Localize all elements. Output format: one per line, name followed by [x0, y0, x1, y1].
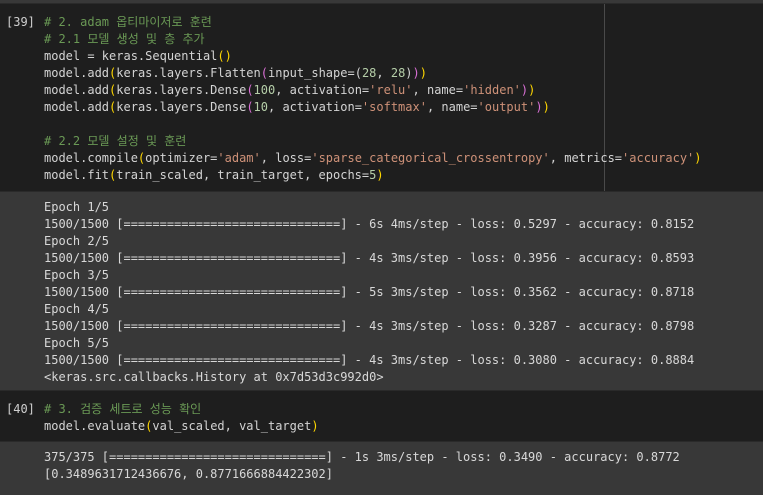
code-token: model = keras.Sequential	[44, 49, 218, 63]
code-token: , name=	[412, 83, 464, 97]
output-line: 1500/1500 [=============================…	[44, 285, 695, 299]
code-line: model = keras.Sequential()	[44, 48, 702, 65]
code-token: )	[376, 168, 384, 182]
code-token: 28	[361, 66, 377, 80]
code-token: (	[354, 66, 362, 80]
code-token: val_scaled, val_target	[152, 419, 312, 433]
code-token: 'adam'	[217, 151, 261, 165]
code-token: model.add	[44, 66, 110, 80]
code-token: 'accuracy'	[622, 151, 695, 165]
output-line: Epoch 4/5	[44, 302, 110, 316]
output-line: Epoch 5/5	[44, 336, 110, 350]
code-token: , activation=	[268, 100, 362, 114]
code-token: (	[260, 66, 268, 80]
code-token: optimizer=	[145, 151, 218, 165]
code-line: # 2.2 모델 설정 및 훈련	[44, 133, 702, 150]
output-line: Epoch 2/5	[44, 234, 110, 248]
code-token: # 2. adam 옵티마이저로 훈련	[44, 15, 212, 29]
code-line: # 2.1 모델 생성 및 층 추가	[44, 31, 702, 48]
code-line: model.add(keras.layers.Dense(10, activat…	[44, 99, 702, 116]
code-editor[interactable]: # 2. adam 옵티마이저로 훈련 # 2.1 모델 생성 및 층 추가 mod…	[44, 14, 702, 184]
code-token: , loss=	[260, 151, 312, 165]
code-token: 'sparse_categorical_crossentropy'	[311, 151, 550, 165]
code-line: model.fit(train_scaled, train_target, ep…	[44, 167, 702, 184]
output-line: [0.3489631712436676, 0.8771666884422302]	[44, 467, 333, 481]
code-token: 'relu'	[369, 83, 413, 97]
code-token: 28	[390, 66, 406, 80]
output-area-39: Epoch 1/5 1500/1500 [====================…	[0, 190, 763, 384]
code-cell-39[interactable]: [39] # 2. adam 옵티마이저로 훈련 # 2.1 모델 생성 및 층 …	[0, 3, 763, 192]
output-line: Epoch 3/5	[44, 268, 110, 282]
code-token: (	[246, 83, 254, 97]
code-token: model.fit	[44, 168, 110, 182]
code-token: (	[217, 49, 225, 63]
output-line: 1500/1500 [=============================…	[44, 217, 695, 231]
code-token: model.evaluate	[44, 419, 146, 433]
code-token: )	[224, 49, 232, 63]
code-token: keras.layers.Dense	[116, 83, 247, 97]
code-token: keras.layers.Flatten	[116, 66, 261, 80]
code-line: model.add(keras.layers.Dense(100, activa…	[44, 82, 702, 99]
output-area-40: 375/375 [==============================]…	[0, 440, 763, 495]
code-line: # 3. 검증 세트로 성능 확인	[44, 401, 319, 418]
execution-count-prompt: [39]	[6, 15, 35, 29]
code-token: # 3. 검증 세트로 성능 확인	[44, 402, 202, 416]
code-token: model.compile	[44, 151, 138, 165]
code-token: model.add	[44, 83, 110, 97]
code-token: , activation=	[275, 83, 370, 97]
code-token: )	[542, 100, 550, 114]
code-token: )	[535, 100, 543, 114]
code-line: model.compile(optimizer='adam', loss='sp…	[44, 150, 702, 167]
code-token: 'softmax'	[361, 100, 427, 114]
output-line: 1500/1500 [=============================…	[44, 319, 695, 333]
code-token: 10	[253, 100, 268, 114]
execution-count-prompt: [40]	[6, 402, 35, 416]
output-line: 1500/1500 [=============================…	[44, 353, 695, 367]
output-line: Epoch 1/5	[44, 200, 110, 214]
output-line: <keras.src.callbacks.History at 0x7d53d3…	[44, 370, 384, 384]
code-token: # 2.2 모델 설정 및 훈련	[44, 134, 187, 148]
code-token: # 2.1 모델 생성 및 층 추가	[44, 32, 205, 46]
code-token: ,	[376, 66, 391, 80]
output-line: 375/375 [==============================]…	[44, 450, 680, 464]
cell-output: Epoch 1/5 1500/1500 [====================…	[44, 199, 694, 386]
code-token: 100	[253, 83, 276, 97]
output-line: 1500/1500 [=============================…	[44, 251, 695, 265]
code-token: input_shape=	[268, 66, 355, 80]
code-token: )	[419, 66, 427, 80]
code-token: model.add	[44, 100, 110, 114]
code-line: # 2. adam 옵티마이저로 훈련	[44, 14, 702, 31]
code-token: )	[412, 66, 420, 80]
code-token: , metrics=	[549, 151, 623, 165]
code-token: 'hidden'	[463, 83, 521, 97]
code-token: )	[311, 419, 319, 433]
code-token: 'output'	[477, 100, 536, 114]
code-token: )	[694, 151, 702, 165]
code-line: model.add(keras.layers.Flatten(input_sha…	[44, 65, 702, 82]
code-line: model.evaluate(val_scaled, val_target)	[44, 418, 319, 435]
code-token: )	[528, 83, 536, 97]
code-token: (	[246, 100, 254, 114]
code-token: )	[405, 66, 413, 80]
code-cell-40[interactable]: [40] # 3. 검증 세트로 성능 확인 model.evaluate(val…	[0, 390, 763, 442]
code-editor[interactable]: # 3. 검증 세트로 성능 확인 model.evaluate(val_scal…	[44, 401, 319, 435]
code-token: keras.layers.Dense	[116, 100, 247, 114]
code-token: train_scaled, train_target, epochs=	[116, 168, 370, 182]
code-token: , name=	[426, 100, 478, 114]
cell-output: 375/375 [==============================]…	[44, 449, 680, 483]
